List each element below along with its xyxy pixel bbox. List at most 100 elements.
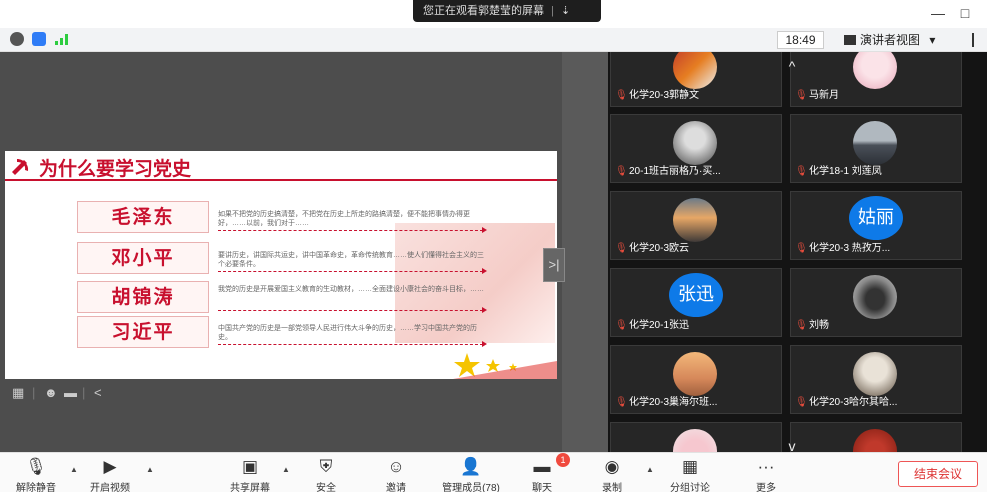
participant-avatar: 张迅 (669, 273, 723, 317)
shared-screen-margin (562, 52, 608, 452)
meeting-controls: 🎙 解除静音 ▲ ▶ 开启视频 ▲ ▣ 共享屏幕 ▲ ⛨ 安全 ☺ 邀请 👤 管… (0, 452, 987, 492)
scroll-down-icon[interactable]: v (778, 436, 806, 452)
divider-arrow (218, 341, 487, 347)
chat-label: 聊天 (532, 483, 552, 492)
sharing-banner-text: 您正在观看郭楚莹的屏幕 (423, 5, 544, 17)
breakout-label: 分组讨论 (670, 483, 710, 492)
start-video-label: 开启视频 (90, 483, 130, 492)
unmute-button[interactable]: 🎙 解除静音 (6, 455, 66, 492)
participant-video (853, 52, 897, 89)
muted-mic-icon: 🎙 (615, 320, 628, 331)
unmute-label: 解除静音 (16, 483, 56, 492)
participant-tile[interactable]: 🎙化学20-3郭静文 (610, 52, 782, 107)
share-options-icon[interactable]: ▲ (282, 465, 290, 474)
muted-mic-icon: 🎙 (795, 166, 808, 177)
layout-icon[interactable]: ▦ (12, 386, 24, 400)
breakout-button[interactable]: ▦ 分组讨论 (660, 455, 720, 492)
muted-mic-icon: 🎙 (615, 166, 628, 177)
slide-header: 为什么要学习党史 (5, 151, 557, 181)
title-bar: 您正在观看郭楚莹的屏幕 | ⇣ — □ (0, 0, 987, 28)
participant-video (673, 121, 717, 165)
participant-tile[interactable]: 🎙刘畅 (790, 268, 962, 337)
muted-mic-icon: 🎙 (795, 397, 808, 408)
more-label: 更多 (756, 483, 776, 492)
participant-name: 化学18-1 刘莲凤 (809, 166, 882, 177)
leader-quote: 我党的历史是开展爱国主义教育的生动教材，……全面建设小康社会的奋斗目标，…… (218, 286, 484, 293)
record-options-icon[interactable]: ▲ (646, 465, 654, 474)
sharing-banner[interactable]: 您正在观看郭楚莹的屏幕 | ⇣ (413, 0, 601, 22)
muted-mic-icon: 🎙 (615, 397, 628, 408)
record-button[interactable]: ◉ 录制 (582, 455, 642, 492)
sharing-banner-sep: | (551, 5, 554, 17)
participant-tile[interactable]: 🎙化学20-3欧云 (610, 191, 782, 260)
slide-title: 为什么要学习党史 (39, 158, 192, 180)
shield-icon[interactable] (32, 32, 46, 46)
invite-label: 邀请 (386, 483, 406, 492)
presentation-slide: 为什么要学习党史 毛泽东 如果不把党的历史搞清楚，不把党在历史上所走的路搞清楚，… (5, 151, 557, 379)
leader-name-box: 习近平 (77, 316, 209, 348)
breakout-icon: ▦ (681, 457, 699, 476)
participant-tile[interactable]: 🎙化学20-3哈尔其哈... (790, 345, 962, 414)
participant-tile[interactable]: 🎙化学20-3巢海尔班... (610, 345, 782, 414)
chat-unread-badge: 1 (556, 453, 570, 467)
participant-name: 马新月 (809, 90, 839, 101)
participant-name: 20-1班古丽格乃·买... (629, 166, 721, 177)
collapse-gallery-button[interactable]: >| (543, 248, 565, 282)
participant-video (673, 429, 717, 452)
participant-tile[interactable]: 🎙马新月 (790, 52, 962, 107)
collapse-toolbar-icon[interactable]: < (94, 386, 102, 400)
divider-arrow (218, 268, 487, 274)
leader-name-box: 毛泽东 (77, 201, 209, 233)
chat-icon: ▬ (533, 457, 551, 476)
invite-button[interactable]: ☺ 邀请 (366, 455, 426, 492)
minimize-button[interactable]: — (928, 4, 948, 22)
participants-button[interactable]: 👤 管理成员(78) (436, 455, 506, 492)
emoji-icon[interactable]: ☻ (44, 386, 58, 400)
participant-tile[interactable] (790, 422, 962, 452)
leader-quote: 中国共产党的历史是一部党领导人民进行伟大斗争的历史，……学习中国共产党的历史。 (218, 325, 477, 341)
leader-name-box: 胡锦涛 (77, 281, 209, 313)
toolbar-sep: | (82, 385, 86, 400)
chevron-down-icon: ▾ (929, 33, 936, 47)
sharing-options-icon[interactable]: ⇣ (561, 5, 570, 17)
participants-icon: 👤 (460, 457, 482, 476)
share-screen-icon: ▣ (241, 457, 259, 476)
view-mode-selector[interactable]: 演讲者视图 ▾ (844, 31, 952, 49)
more-icon: ··· (757, 457, 775, 476)
participant-tile[interactable] (610, 422, 782, 452)
participant-video (853, 121, 897, 165)
more-button[interactable]: ··· 更多 (736, 455, 796, 492)
video-options-icon[interactable]: ▲ (146, 465, 154, 474)
share-screen-label: 共享屏幕 (230, 483, 270, 492)
share-toolbar: ▦ | ☻ ▬ | < (12, 384, 136, 404)
security-label: 安全 (316, 483, 336, 492)
muted-mic-icon: 🎙 (615, 90, 628, 101)
participant-tile[interactable]: 姑丽 🎙化学20-3 热孜万... (790, 191, 962, 260)
signal-icon[interactable] (55, 33, 71, 45)
divider-arrow (218, 227, 487, 233)
divider-arrow (218, 307, 487, 313)
participant-tile[interactable]: 张迅 🎙化学20-1张迅 (610, 268, 782, 337)
maximize-button[interactable]: □ (955, 4, 975, 22)
status-bar: 18:49 演讲者视图 ▾ (0, 28, 987, 52)
chat-icon[interactable]: ▬ (64, 386, 77, 400)
leader-quote: 如果不把党的历史搞清楚，不把党在历史上所走的路搞清楚，便不能把事情办得更好，……… (218, 211, 470, 227)
fullscreen-icon[interactable] (972, 33, 982, 47)
audio-options-icon[interactable]: ▲ (70, 465, 78, 474)
start-video-button[interactable]: ▶ 开启视频 (80, 455, 140, 492)
shield-icon: ⛨ (319, 457, 333, 476)
participant-name: 化学20-1张迅 (629, 320, 690, 331)
share-screen-button[interactable]: ▣ 共享屏幕 (220, 455, 280, 492)
participant-name: 化学20-3哈尔其哈... (809, 397, 898, 408)
end-meeting-button[interactable]: 结束会议 (898, 461, 978, 487)
security-button[interactable]: ⛨ 安全 (296, 455, 356, 492)
participant-video (853, 352, 897, 396)
participant-name: 刘畅 (809, 320, 829, 331)
participant-tile[interactable]: 🎙20-1班古丽格乃·买... (610, 114, 782, 183)
stars-decoration (453, 353, 557, 379)
scroll-up-icon[interactable]: ^ (778, 56, 806, 76)
video-off-icon: ▶ (103, 457, 117, 476)
info-icon[interactable] (10, 32, 24, 46)
participant-tile[interactable]: 🎙化学18-1 刘莲凤 (790, 114, 962, 183)
muted-mic-icon: 🎙 (795, 90, 808, 101)
